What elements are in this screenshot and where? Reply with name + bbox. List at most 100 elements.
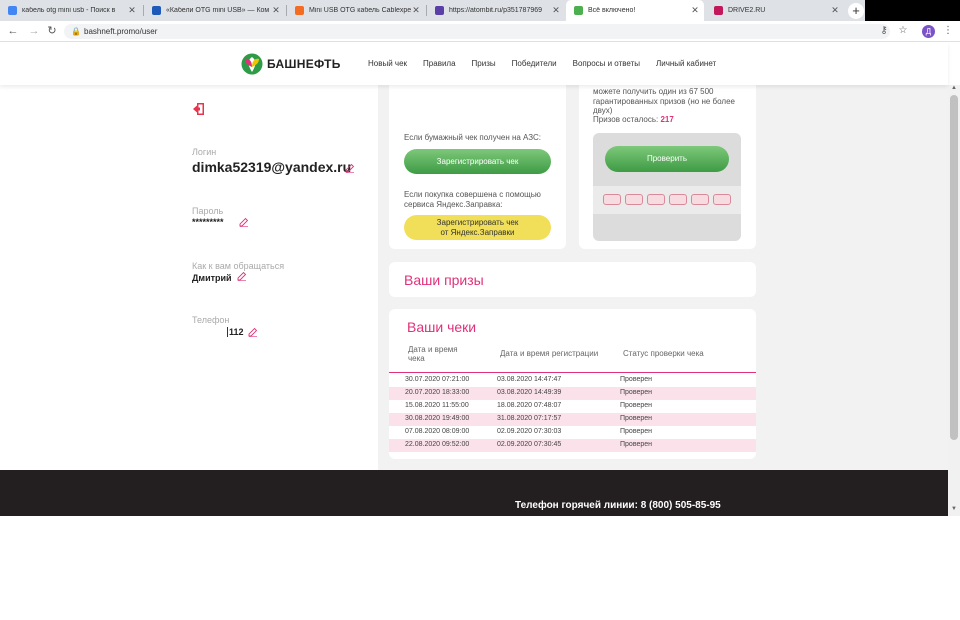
- cell-status: Проверен: [620, 402, 653, 409]
- prizes-remaining-value: 217: [660, 115, 674, 124]
- prizes-title: Ваши призы: [404, 272, 484, 288]
- phone-label: Телефон: [192, 315, 230, 325]
- site-footer: Телефон горячей линии: 8 (800) 505-85-95: [0, 470, 948, 516]
- cell-status: Проверен: [620, 415, 653, 422]
- browser-tab[interactable]: «Кабели OTG mini USB» — Ком ✕: [144, 0, 285, 21]
- tab-title: DRIVE2.RU: [728, 7, 766, 14]
- close-icon[interactable]: ✕: [830, 5, 840, 16]
- profile-avatar[interactable]: Д: [922, 25, 935, 38]
- cell-registered: 02.09.2020 07:30:03: [497, 428, 562, 435]
- password-label: Пароль: [192, 206, 224, 216]
- paper-receipt-hint: Если бумажный чек получен на АЗС:: [404, 133, 542, 142]
- cell-registered: 03.08.2020 14:47:47: [497, 376, 562, 383]
- edit-name-icon[interactable]: [237, 271, 247, 281]
- scroll-up-icon[interactable]: ▲: [948, 85, 960, 91]
- tab-title: Всё включено!: [588, 7, 636, 14]
- tab-title: Mini USB OTG кабель Cablexpe: [309, 7, 411, 14]
- login-value: dimka52319@yandex.ru: [192, 159, 352, 175]
- reload-icon[interactable]: ↻: [45, 24, 59, 38]
- browser-tab[interactable]: https://atombit.ru/p351787969 ✕: [427, 0, 565, 21]
- code-cell[interactable]: [647, 194, 665, 205]
- menu-item-new-receipt[interactable]: Новый чек: [368, 59, 407, 68]
- code-cell[interactable]: [669, 194, 687, 205]
- edit-login-icon[interactable]: [345, 163, 355, 173]
- menu-item-rules[interactable]: Правила: [423, 59, 455, 68]
- code-cell[interactable]: [691, 194, 709, 205]
- scroll-thumb[interactable]: [950, 95, 958, 440]
- cell-registered: 03.08.2020 14:49:39: [497, 389, 562, 396]
- header-receipt-date: Дата и время чека: [408, 345, 458, 363]
- prizes-remaining: Призов осталось: 217: [593, 115, 674, 125]
- table-row: 30.07.2020 07:21:00 03.08.2020 14:47:47 …: [389, 374, 756, 387]
- menu-item-faq[interactable]: Вопросы и ответы: [573, 59, 640, 68]
- check-button[interactable]: Проверить: [605, 146, 729, 172]
- code-cell[interactable]: [603, 194, 621, 205]
- tab-title: «Кабели OTG mini USB» — Ком: [166, 7, 270, 14]
- page-content: Логин dimka52319@yandex.ru Пароль ******…: [0, 85, 948, 470]
- cell-registered: 31.08.2020 07:17:57: [497, 415, 562, 422]
- browser-tab[interactable]: кабель otg mini usb - Поиск в ✕: [0, 0, 141, 21]
- new-tab-button[interactable]: +: [848, 3, 864, 19]
- register-yandex-button-line-2: от Яндекс.Заправки: [440, 228, 515, 237]
- close-icon[interactable]: ✕: [411, 5, 421, 16]
- site-header: БАШНЕФТЬ Новый чек Правила Призы Победит…: [0, 43, 948, 85]
- cell-status: Проверен: [620, 389, 653, 396]
- site-favicon-icon: [295, 6, 304, 15]
- cart-icon: [152, 6, 161, 15]
- header-receipt-date-line-2: чека: [408, 354, 425, 363]
- forward-icon[interactable]: →: [27, 24, 41, 38]
- browser-tab[interactable]: DRIVE2.RU ✕: [706, 0, 844, 21]
- table-divider: [389, 372, 756, 373]
- header-status: Статус проверки чека: [623, 349, 704, 358]
- site-logo[interactable]: БАШНЕФТЬ: [241, 53, 341, 75]
- cell-status: Проверен: [620, 441, 653, 448]
- cell-status: Проверен: [620, 428, 653, 435]
- star-icon[interactable]: ☆: [897, 25, 909, 37]
- back-icon[interactable]: ←: [6, 24, 20, 38]
- scroll-down-icon[interactable]: ▼: [948, 506, 960, 512]
- cell-registered: 18.08.2020 07:48:07: [497, 402, 562, 409]
- close-icon[interactable]: ✕: [551, 5, 561, 16]
- prize-text-line-2: гарантированных призов (но не более: [593, 97, 735, 106]
- tab-title: кабель otg mini usb - Поиск в: [22, 7, 116, 14]
- register-yandex-button[interactable]: Зарегистрировать чек от Яндекс.Заправки: [404, 215, 551, 240]
- edit-phone-icon[interactable]: [248, 327, 258, 337]
- browser-tab[interactable]: Mini USB OTG кабель Cablexpe ✕: [287, 0, 425, 21]
- close-icon[interactable]: ✕: [127, 5, 137, 16]
- phone-value: 112: [227, 327, 244, 337]
- yandex-hint-line-2: сервиса Яндекс.Заправка:: [404, 200, 503, 209]
- prize-text-line-1: можете получить один из 67 500: [593, 87, 714, 96]
- name-value: Дмитрий: [192, 273, 232, 283]
- key-icon[interactable]: ⚷: [878, 25, 890, 37]
- menu-icon[interactable]: ⋮: [942, 25, 954, 37]
- menu-item-account[interactable]: Личный кабинет: [656, 59, 716, 68]
- browser-tab-active[interactable]: Всё включено! ✕: [566, 0, 704, 21]
- hotline-phone[interactable]: Телефон горячей линии: 8 (800) 505-85-95: [515, 500, 721, 511]
- google-icon: [8, 6, 17, 15]
- receipts-title: Ваши чеки: [407, 319, 477, 335]
- logout-icon[interactable]: [192, 102, 206, 116]
- cell-receipt-date: 30.08.2020 19:49:00: [405, 415, 470, 422]
- close-icon[interactable]: ✕: [690, 5, 700, 16]
- code-cell[interactable]: [625, 194, 643, 205]
- page-scrollbar[interactable]: ▲ ▼: [948, 85, 960, 516]
- edit-password-icon[interactable]: [239, 217, 249, 227]
- close-icon[interactable]: ✕: [271, 5, 281, 16]
- site-favicon-icon: [435, 6, 444, 15]
- name-label: Как к вам обращаться: [192, 261, 285, 271]
- table-row: 20.07.2020 18:33:00 03.08.2020 14:49:39 …: [389, 387, 756, 400]
- url-field[interactable]: 🔒 bashneft.promo/user: [64, 24, 890, 39]
- table-row: 30.08.2020 19:49:00 31.08.2020 07:17:57 …: [389, 413, 756, 426]
- code-cell[interactable]: [713, 194, 731, 205]
- login-label: Логин: [192, 147, 217, 157]
- header-registration-date: Дата и время регистрации: [500, 349, 599, 358]
- window-controls: [865, 0, 960, 21]
- menu-item-winners[interactable]: Победители: [512, 59, 557, 68]
- register-receipt-button[interactable]: Зарегистрировать чек: [404, 149, 551, 174]
- url-text: bashneft.promo/user: [84, 27, 158, 36]
- table-row: 22.08.2020 09:52:00 02.09.2020 07:30:45 …: [389, 439, 756, 452]
- cell-receipt-date: 15.08.2020 11:55:00: [405, 402, 469, 409]
- cell-receipt-date: 22.08.2020 09:52:00: [405, 441, 470, 448]
- browser-tab-bar: кабель otg mini usb - Поиск в ✕ «Кабели …: [0, 0, 960, 21]
- menu-item-prizes[interactable]: Призы: [472, 59, 496, 68]
